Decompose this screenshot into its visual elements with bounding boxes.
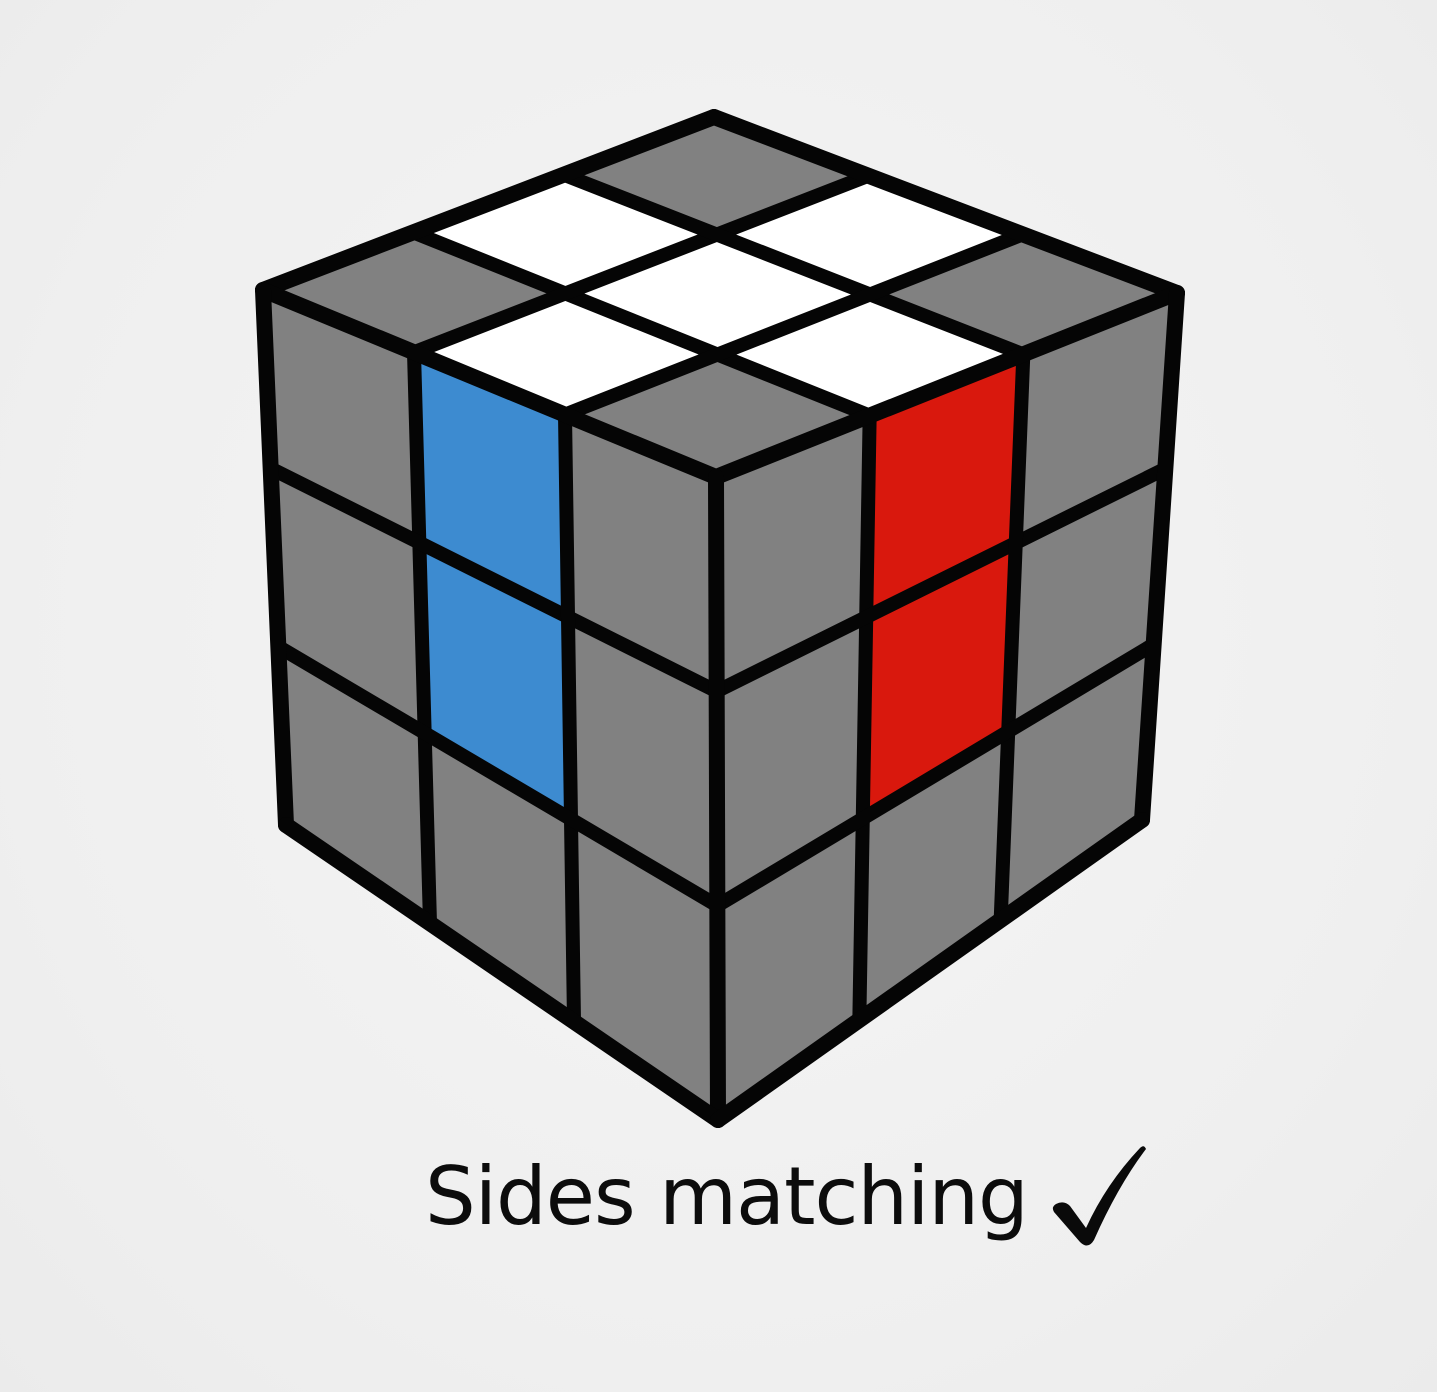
diagram-canvas: Sides matching [0, 0, 1437, 1392]
cube-edge [708, 469, 726, 1128]
caption: Sides matching [425, 1142, 1148, 1252]
caption-text: Sides matching [425, 1150, 1029, 1243]
check-mark-icon [1052, 1146, 1146, 1246]
left-face-column-divider [558, 407, 581, 1029]
